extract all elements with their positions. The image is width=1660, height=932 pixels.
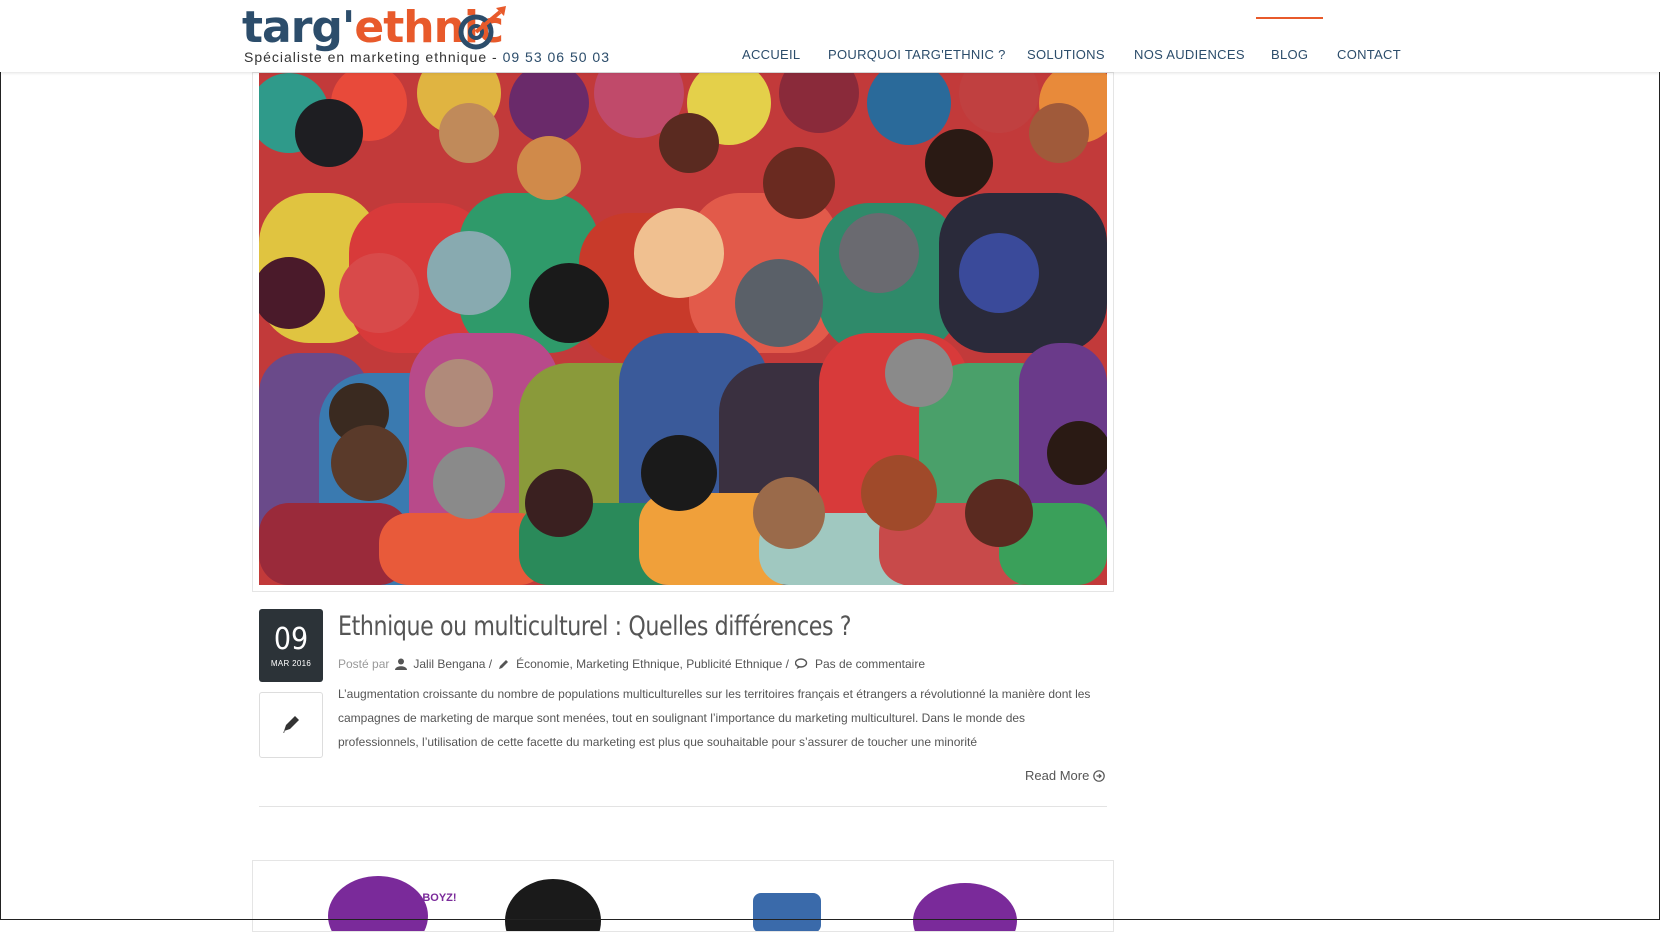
post-featured-image[interactable] [252,72,1114,592]
phone-number[interactable]: 09 53 06 50 03 [503,49,610,65]
post-comments-link[interactable]: Pas de commentaire [815,657,925,671]
target-icon [458,6,506,50]
comments-icon [794,658,808,669]
post-author[interactable]: Jalil Bengana / [413,657,492,671]
pencil-icon [499,660,509,669]
next-post-image[interactable]: BIGZ BOYZ! [252,860,1114,932]
post-format-badge [259,692,323,758]
post-excerpt: L’augmentation croissante du nombre de p… [338,687,1091,749]
nav-item-pourquoi[interactable]: POURQUOI TARG'ETHNIC ? [828,47,1006,62]
post-date-day: 09 [273,622,309,657]
site-logo[interactable]: targ'ethnic [242,0,506,56]
post-date-badge: 09 MAR 2016 [259,609,323,682]
post-categories[interactable]: Économie, Marketing Ethnique, Publicité … [516,657,789,671]
post-divider [259,806,1107,807]
nav-item-accueil[interactable]: ACCUEIL [742,47,800,62]
post-meta: Posté par Jalil Bengana / Économie, Mark… [338,657,925,671]
nav-item-contact[interactable]: CONTACT [1337,47,1401,62]
edit-icon [283,716,299,733]
nav-item-solutions[interactable]: SOLUTIONS [1027,47,1105,62]
arrow-circle-right-icon [1093,769,1106,782]
next-post-badge: BIGZ BOYZ! [393,892,457,904]
read-more-link[interactable]: Read More [1025,768,1106,783]
nav-item-blog[interactable]: BLOG [1271,47,1308,62]
crowd-illustration [259,73,1107,585]
user-icon [395,658,408,670]
next-post-illustration: BIGZ BOYZ! [328,876,1017,931]
post-date-month: MAR 2016 [270,659,312,668]
nav-item-nos-audiences[interactable]: NOS AUDIENCES [1134,47,1245,62]
read-more-label: Read More [1025,768,1090,783]
site-tagline: Spécialiste en marketing ethnique - 09 5… [244,49,610,65]
post-title[interactable]: Ethnique ou multiculturel : Quelles diff… [338,611,852,642]
site-header: targ'ethnic Spécialiste en marketing eth… [0,0,1660,72]
posted-by-label: Posté par [338,657,390,671]
nav-active-indicator [1256,17,1323,19]
